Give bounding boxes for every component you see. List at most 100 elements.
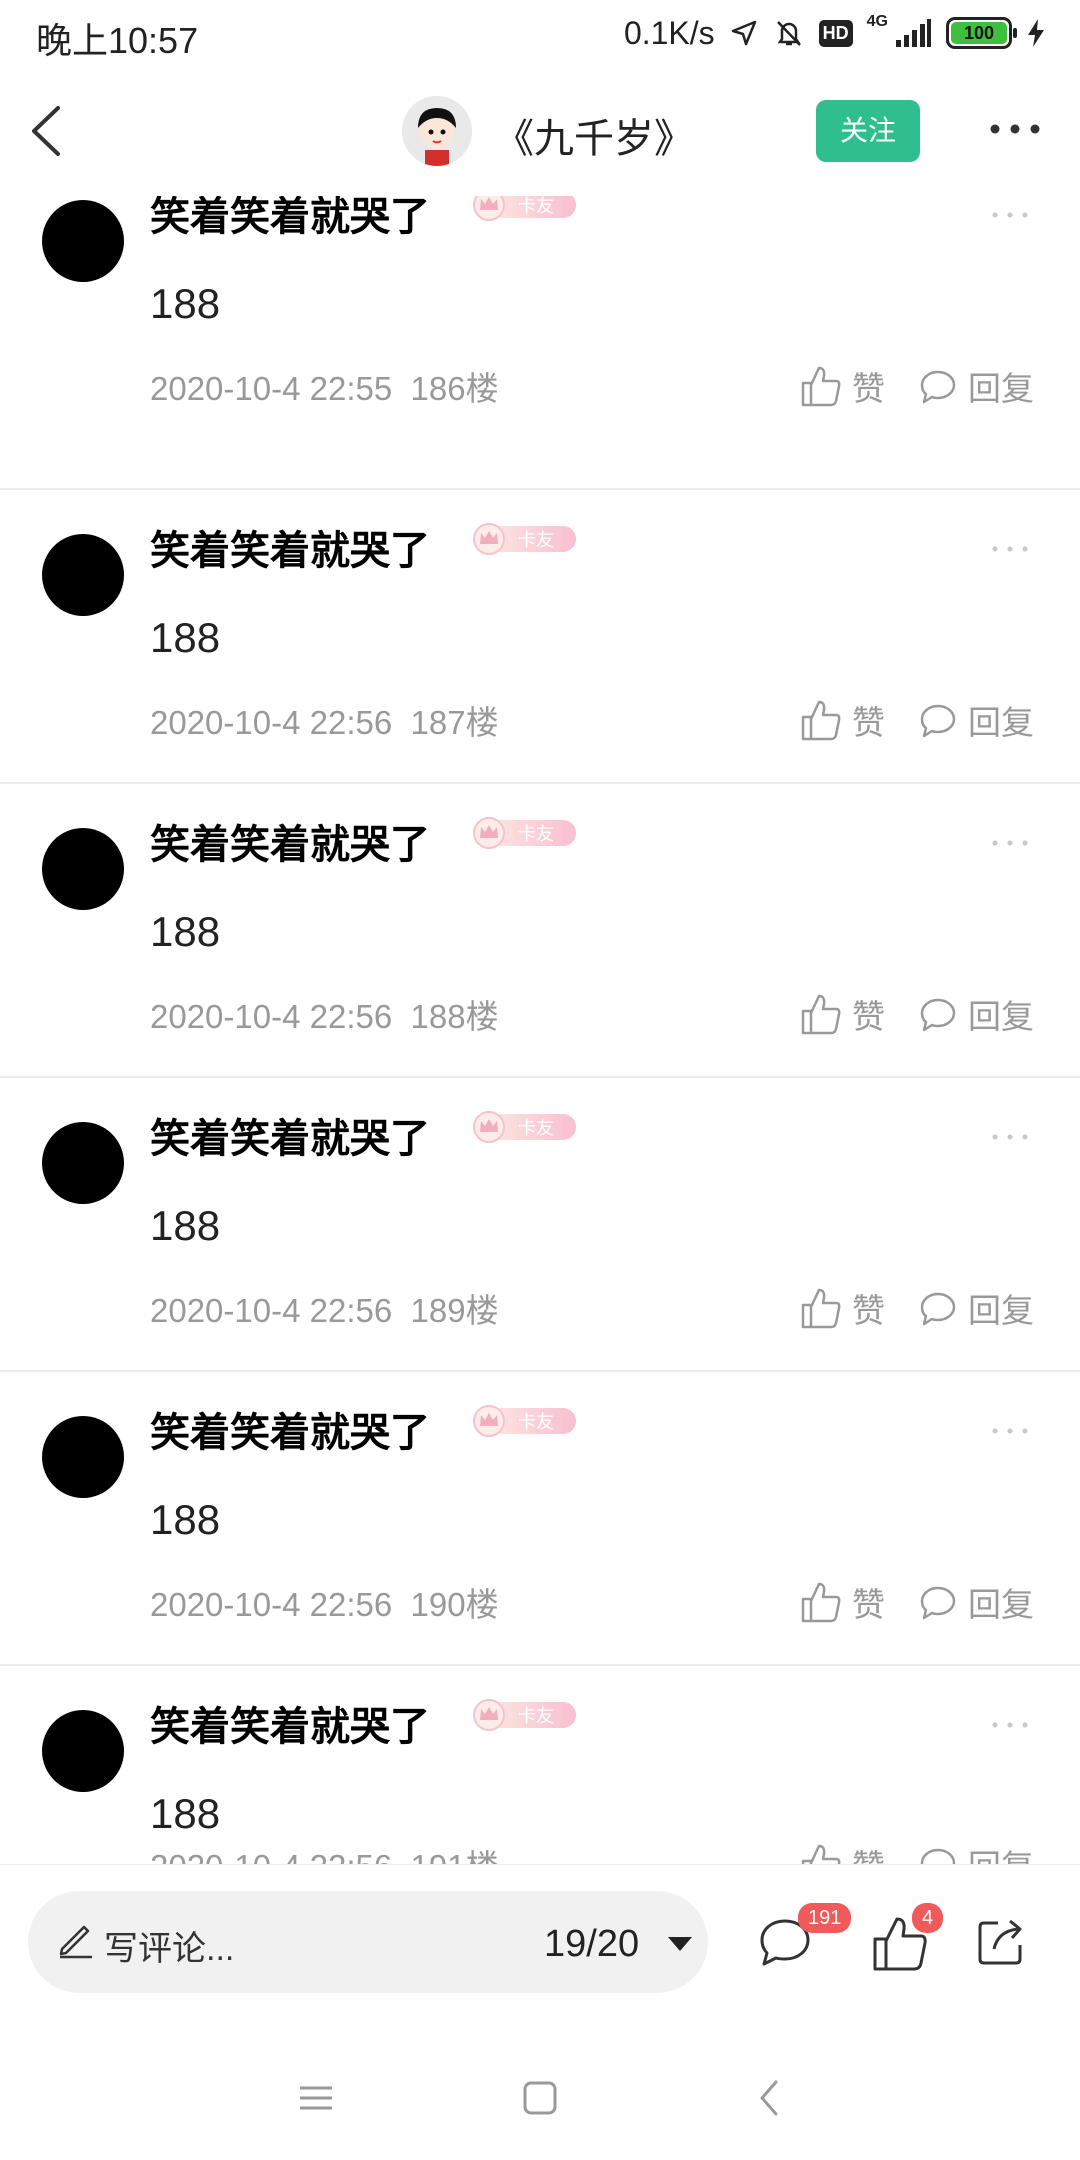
like-label: 赞 (852, 1840, 885, 1864)
avatar[interactable] (42, 1710, 124, 1792)
avatar[interactable] (42, 1122, 124, 1204)
floor-number: 188楼 (410, 998, 499, 1035)
reply-label: 回复 (968, 998, 1034, 1035)
badge-text: 卡友 (518, 196, 554, 217)
like-label: 赞 (852, 1292, 885, 1329)
post-date: 2020-10-4 22:55 (150, 370, 393, 407)
speech-bubble-icon (920, 998, 956, 1032)
mute-bell-icon (776, 21, 801, 46)
user-name[interactable]: 笑着笑着就哭了 (150, 518, 430, 576)
comment-placeholder: 写评论... (104, 1930, 235, 1968)
hd-badge: HD (818, 19, 853, 47)
badge-text: 卡友 (518, 824, 554, 845)
more-icon[interactable] (990, 1426, 1030, 1436)
avatar[interactable] (42, 200, 124, 282)
share-icon (978, 1919, 1022, 1965)
like-button[interactable]: 赞 (800, 1282, 885, 1334)
more-icon[interactable] (990, 838, 1030, 848)
avatar[interactable] (42, 828, 124, 910)
card-friend-badge: 卡友 (473, 523, 576, 555)
network-type: 4G (866, 13, 888, 30)
location-arrow-icon (731, 20, 756, 46)
badge-text: 卡友 (518, 1706, 554, 1727)
card-friend-badge: 卡友 (473, 1699, 576, 1731)
comment-text: 188 (150, 1496, 221, 1543)
system-nav-bar (0, 2032, 1080, 2160)
list-item: 笑着笑着就哭了 卡友 188 2020-10-4 22:56 191楼 赞 回复 (0, 1666, 1080, 1864)
user-name[interactable]: 笑着笑着就哭了 (150, 1694, 430, 1752)
home-icon[interactable] (510, 2068, 570, 2128)
avatar[interactable] (42, 534, 124, 616)
net-speed: 0.1K/s (623, 14, 715, 51)
post-date: 2020-10-4 22:56 (150, 1292, 393, 1329)
reply-label: 回复 (968, 704, 1034, 741)
card-friend-badge: 卡友 (473, 1111, 576, 1143)
battery-icon: 100 (946, 17, 1017, 49)
post-meta: 2020-10-4 22:55 186楼 (150, 362, 499, 410)
more-icon[interactable] (990, 1132, 1030, 1142)
list-item: 笑着笑着就哭了 卡友 188 2020-10-4 22:55 186楼 赞 回复 (0, 196, 1080, 490)
caret-down-icon[interactable] (668, 1937, 692, 1951)
more-icon[interactable] (990, 544, 1030, 554)
more-icon[interactable] (990, 210, 1030, 220)
reply-label: 回复 (968, 1840, 1034, 1864)
reply-button[interactable]: 回复 (918, 1282, 1034, 1334)
speech-bubble-icon (920, 1848, 956, 1864)
charging-bolt-icon (1028, 19, 1044, 47)
reply-label: 回复 (968, 1586, 1034, 1623)
list-item: 笑着笑着就哭了 卡友 188 2020-10-4 22:56 189楼 赞 回复 (0, 1078, 1080, 1372)
menu-icon[interactable] (286, 2068, 346, 2128)
reply-button[interactable]: 回复 (918, 360, 1034, 412)
user-name[interactable]: 笑着笑着就哭了 (150, 1400, 430, 1458)
list-item: 笑着笑着就哭了 卡友 188 2020-10-4 22:56 188楼 赞 回复 (0, 784, 1080, 1078)
more-icon[interactable] (985, 114, 1045, 144)
reply-button[interactable]: 回复 (918, 1838, 1034, 1864)
share-button[interactable] (974, 1913, 1044, 1983)
cartoon-avatar-icon (402, 96, 472, 166)
floor-number: 187楼 (410, 704, 499, 741)
thumbs-up-icon (801, 700, 841, 741)
page-indicator[interactable]: 19/20 (544, 1923, 639, 1966)
like-button[interactable]: 赞 (800, 694, 885, 746)
list-item: 笑着笑着就哭了 卡友 188 2020-10-4 22:56 190楼 赞 回复 (0, 1372, 1080, 1666)
post-date: 2020-10-4 22:56 (150, 704, 393, 741)
like-button[interactable]: 赞 (800, 1838, 885, 1864)
reply-button[interactable]: 回复 (918, 694, 1034, 746)
comment-text: 188 (150, 1202, 221, 1249)
post-meta: 2020-10-4 22:56 187楼 (150, 696, 499, 744)
like-button[interactable]: 赞 (800, 988, 885, 1040)
thumbs-up-icon (801, 1844, 841, 1864)
comment-text: 188 (150, 614, 221, 661)
badge-text: 卡友 (518, 530, 554, 551)
reply-button[interactable]: 回复 (918, 1576, 1034, 1628)
back-arrow-icon[interactable] (20, 96, 80, 166)
avatar[interactable] (42, 1416, 124, 1498)
post-date: 2020-10-4 22:56 (150, 998, 393, 1035)
reply-button[interactable]: 回复 (918, 988, 1034, 1040)
user-name[interactable]: 笑着笑着就哭了 (150, 812, 430, 870)
signal-icon (896, 19, 931, 47)
follow-button[interactable]: 关注 (816, 100, 920, 162)
post-meta: 2020-10-4 22:56 189楼 (150, 1284, 499, 1332)
card-friend-badge: 卡友 (473, 817, 576, 849)
post-date: 2020-10-4 22:56 (150, 1586, 393, 1623)
thumbs-up-icon (801, 366, 841, 407)
badge-text: 卡友 (518, 1118, 554, 1139)
comment-input[interactable]: 写评论... 19/20 (28, 1891, 708, 1993)
comment-text: 188 (150, 280, 221, 327)
back-icon[interactable] (740, 2068, 800, 2128)
speech-bubble-icon (920, 370, 956, 404)
more-icon[interactable] (990, 1720, 1030, 1730)
card-friend-badge: 卡友 (473, 1405, 576, 1437)
like-label: 赞 (852, 704, 885, 741)
user-name[interactable]: 笑着笑着就哭了 (150, 1106, 430, 1164)
thumbs-up-icon (801, 1582, 841, 1623)
like-button[interactable]: 赞 (800, 360, 885, 412)
header-avatar[interactable] (402, 96, 472, 166)
comment-text: 188 (150, 908, 221, 955)
like-button[interactable]: 赞 (800, 1576, 885, 1628)
comment-count-badge: 191 (798, 1903, 852, 1933)
card-friend-badge: 卡友 (473, 196, 576, 221)
user-name[interactable]: 笑着笑着就哭了 (150, 196, 430, 242)
status-bar: 晚上10:57 0.1K/s HD 4G 100 (0, 0, 1080, 66)
